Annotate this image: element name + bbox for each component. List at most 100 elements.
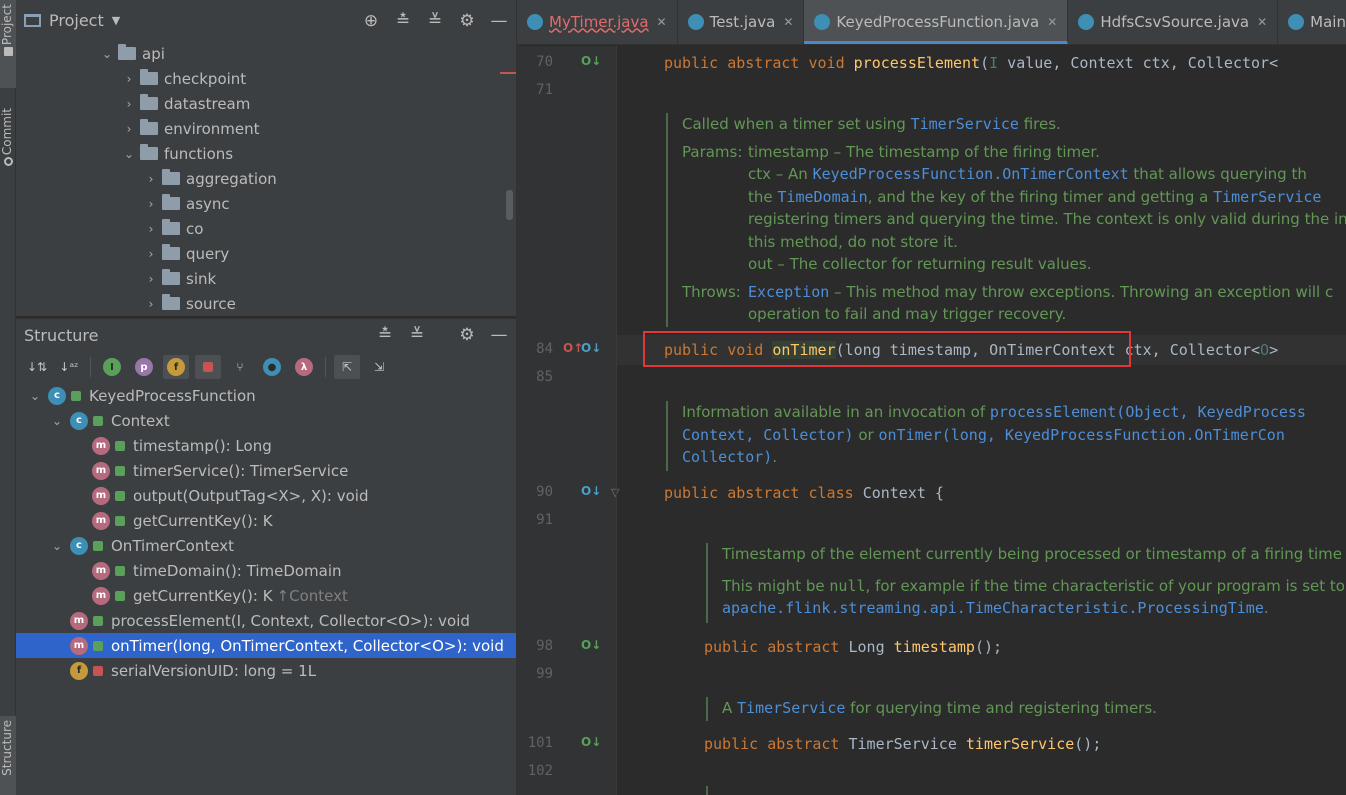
code-line-90[interactable]: public abstract class Context { [664,484,944,502]
code-line-98[interactable]: public abstract Long timestamp(); [704,638,1002,656]
chevron-down-icon[interactable]: ⌄ [22,389,48,403]
structure-tree-item[interactable]: m onTimer(long, OnTimerContext, Collector… [16,633,516,658]
project-tree-item[interactable]: › datastream [16,91,516,116]
project-tree-item[interactable]: › environment [16,116,516,141]
project-tree-item[interactable]: › sink [16,266,516,291]
chevron-down-icon[interactable]: ▼ [112,14,120,27]
project-tree-item[interactable]: › query [16,241,516,266]
project-tree-item[interactable]: ⌄ functions [16,141,516,166]
lambda-icon[interactable]: λ [291,355,317,379]
project-tree-item[interactable]: › co [16,216,516,241]
chevron-right-icon[interactable]: › [140,222,162,236]
doc-link[interactable]: processElement(Object, KeyedProcess [990,403,1306,421]
close-icon[interactable]: ✕ [657,15,667,29]
method-icon: m [92,461,110,480]
structure-tree-item[interactable]: m getCurrentKey(): K ↑Context [16,583,516,608]
doc-link[interactable]: Context, Collector) [682,426,854,444]
autoscroll-from-source-icon[interactable]: ⇲ [366,355,392,379]
chevron-right-icon[interactable]: › [118,72,140,86]
show-inherited-icon[interactable]: I [99,355,125,379]
editor-tab[interactable]: MyTimer.java ✕ [517,0,678,44]
gear-icon[interactable]: ⚙ [458,11,476,31]
collapse-all-icon[interactable]: ≚ [408,325,426,345]
doc-link[interactable]: onTimer(long, KeyedProcessFunction.OnTim… [878,426,1284,444]
method-name: processElement [853,54,981,72]
project-tree-item[interactable]: › async [16,191,516,216]
project-title[interactable]: Project [49,11,104,30]
project-tree-item[interactable]: › aggregation [16,166,516,191]
sort-by-visibility-icon[interactable]: ↓⇅ [24,355,50,379]
implemented-method-icon[interactable]: O↓ [581,638,601,652]
doc-link[interactable]: TimerService [1213,188,1321,206]
project-tool-tab[interactable]: Project [0,0,16,88]
code-text: Context { [862,484,944,502]
line-number: 102 [527,763,553,779]
collapse-all-icon[interactable]: ≚ [426,11,444,31]
chevron-down-icon[interactable]: ⌄ [96,47,118,61]
project-tree-item[interactable]: ⌄ api [16,41,516,66]
chevron-down-icon[interactable]: ⌄ [44,414,70,428]
doc-link[interactable]: TimeDomain [777,188,867,206]
public-lock-icon [93,415,103,426]
line-number: 98 [536,638,553,654]
show-anonymous-icon[interactable]: ⑂ [227,355,253,379]
gear-icon[interactable]: ⚙ [458,325,476,345]
locate-icon[interactable]: ⊕ [362,11,380,31]
project-tree-item[interactable]: › checkpoint [16,66,516,91]
chevron-right-icon[interactable]: › [140,172,162,186]
project-tree-item[interactable]: › source [16,291,516,316]
close-icon[interactable]: ✕ [1257,15,1267,29]
editor-tab[interactable]: KeyedProcessFunction.java ✕ [804,0,1069,44]
structure-tree-item[interactable]: ⌄ c OnTimerContext [16,533,516,558]
doc-link[interactable]: Collector) [682,448,772,466]
chevron-right-icon[interactable]: › [118,97,140,111]
chevron-right-icon[interactable]: › [140,272,162,286]
project-scrollbar[interactable] [506,190,513,220]
chevron-right-icon[interactable]: › [140,247,162,261]
implemented-method-icon[interactable]: O↓ [581,54,601,68]
chevron-right-icon[interactable]: › [140,297,162,311]
chevron-down-icon[interactable]: ⌄ [118,147,140,161]
editor-tab[interactable]: Test.java ✕ [678,0,805,44]
structure-tree-item[interactable]: m getCurrentKey(): K [16,508,516,533]
minimize-icon[interactable]: — [490,325,508,345]
minimize-icon[interactable]: — [490,11,508,31]
commit-tool-tab[interactable]: Commit [0,104,16,184]
chevron-right-icon[interactable]: › [140,197,162,211]
editor-tab[interactable]: HdfsCsvSource.java ✕ [1068,0,1279,44]
implemented-class-icon[interactable]: O↓ [581,484,601,498]
structure-tree-item[interactable]: ⌄ c Context [16,408,516,433]
close-icon[interactable]: ✕ [1047,15,1057,29]
structure-tree-item[interactable]: m output(OutputTag<X>, X): void [16,483,516,508]
expand-all-icon[interactable]: ≛ [376,325,394,345]
project-tree-item-label: api [142,44,165,63]
editor-tab[interactable]: Main.ja [1278,0,1346,44]
expand-all-icon[interactable]: ≛ [394,11,412,31]
chevron-down-icon[interactable]: ⌄ [44,539,70,553]
sort-alphabetically-icon[interactable]: ↓ᵃᶻ [56,355,82,379]
doc-link[interactable]: TimerService [911,115,1019,133]
show-fields-icon[interactable]: f [163,355,189,379]
structure-tree-item[interactable]: m timerService(): TimerService [16,458,516,483]
show-lambdas-icon[interactable]: ● [259,355,285,379]
code-line-101[interactable]: public abstract TimerService timerServic… [704,735,1101,753]
chevron-right-icon[interactable]: › [118,122,140,136]
doc-link[interactable]: TimerService [737,699,845,717]
show-non-public-icon[interactable] [195,355,221,379]
implemented-method-icon[interactable]: O↓ [581,735,601,749]
doc-link[interactable]: Exception [748,283,829,301]
structure-tree-item[interactable]: m timeDomain(): TimeDomain [16,558,516,583]
code-line-70[interactable]: public abstract void processElement(I va… [664,54,1278,72]
show-properties-icon[interactable]: p [131,355,157,379]
implemented-in-icon[interactable]: O↓ [581,341,601,355]
structure-tree-item[interactable]: ⌄ c KeyedProcessFunction [16,383,516,408]
structure-tree-item[interactable]: m processElement(I, Context, Collector<O>… [16,608,516,633]
autoscroll-to-source-icon[interactable]: ⇱ [334,355,360,379]
structure-tree-item[interactable]: f serialVersionUID: long = 1L [16,658,516,683]
doc-link[interactable]: apache.flink.streaming.api.TimeCharacter… [722,599,1264,617]
line-number: 70 [536,54,553,70]
doc-link[interactable]: KeyedProcessFunction.OnTimerContext [813,165,1129,183]
close-icon[interactable]: ✕ [783,15,793,29]
structure-tool-tab[interactable]: Structure [0,716,16,795]
structure-tree-item[interactable]: m timestamp(): Long [16,433,516,458]
